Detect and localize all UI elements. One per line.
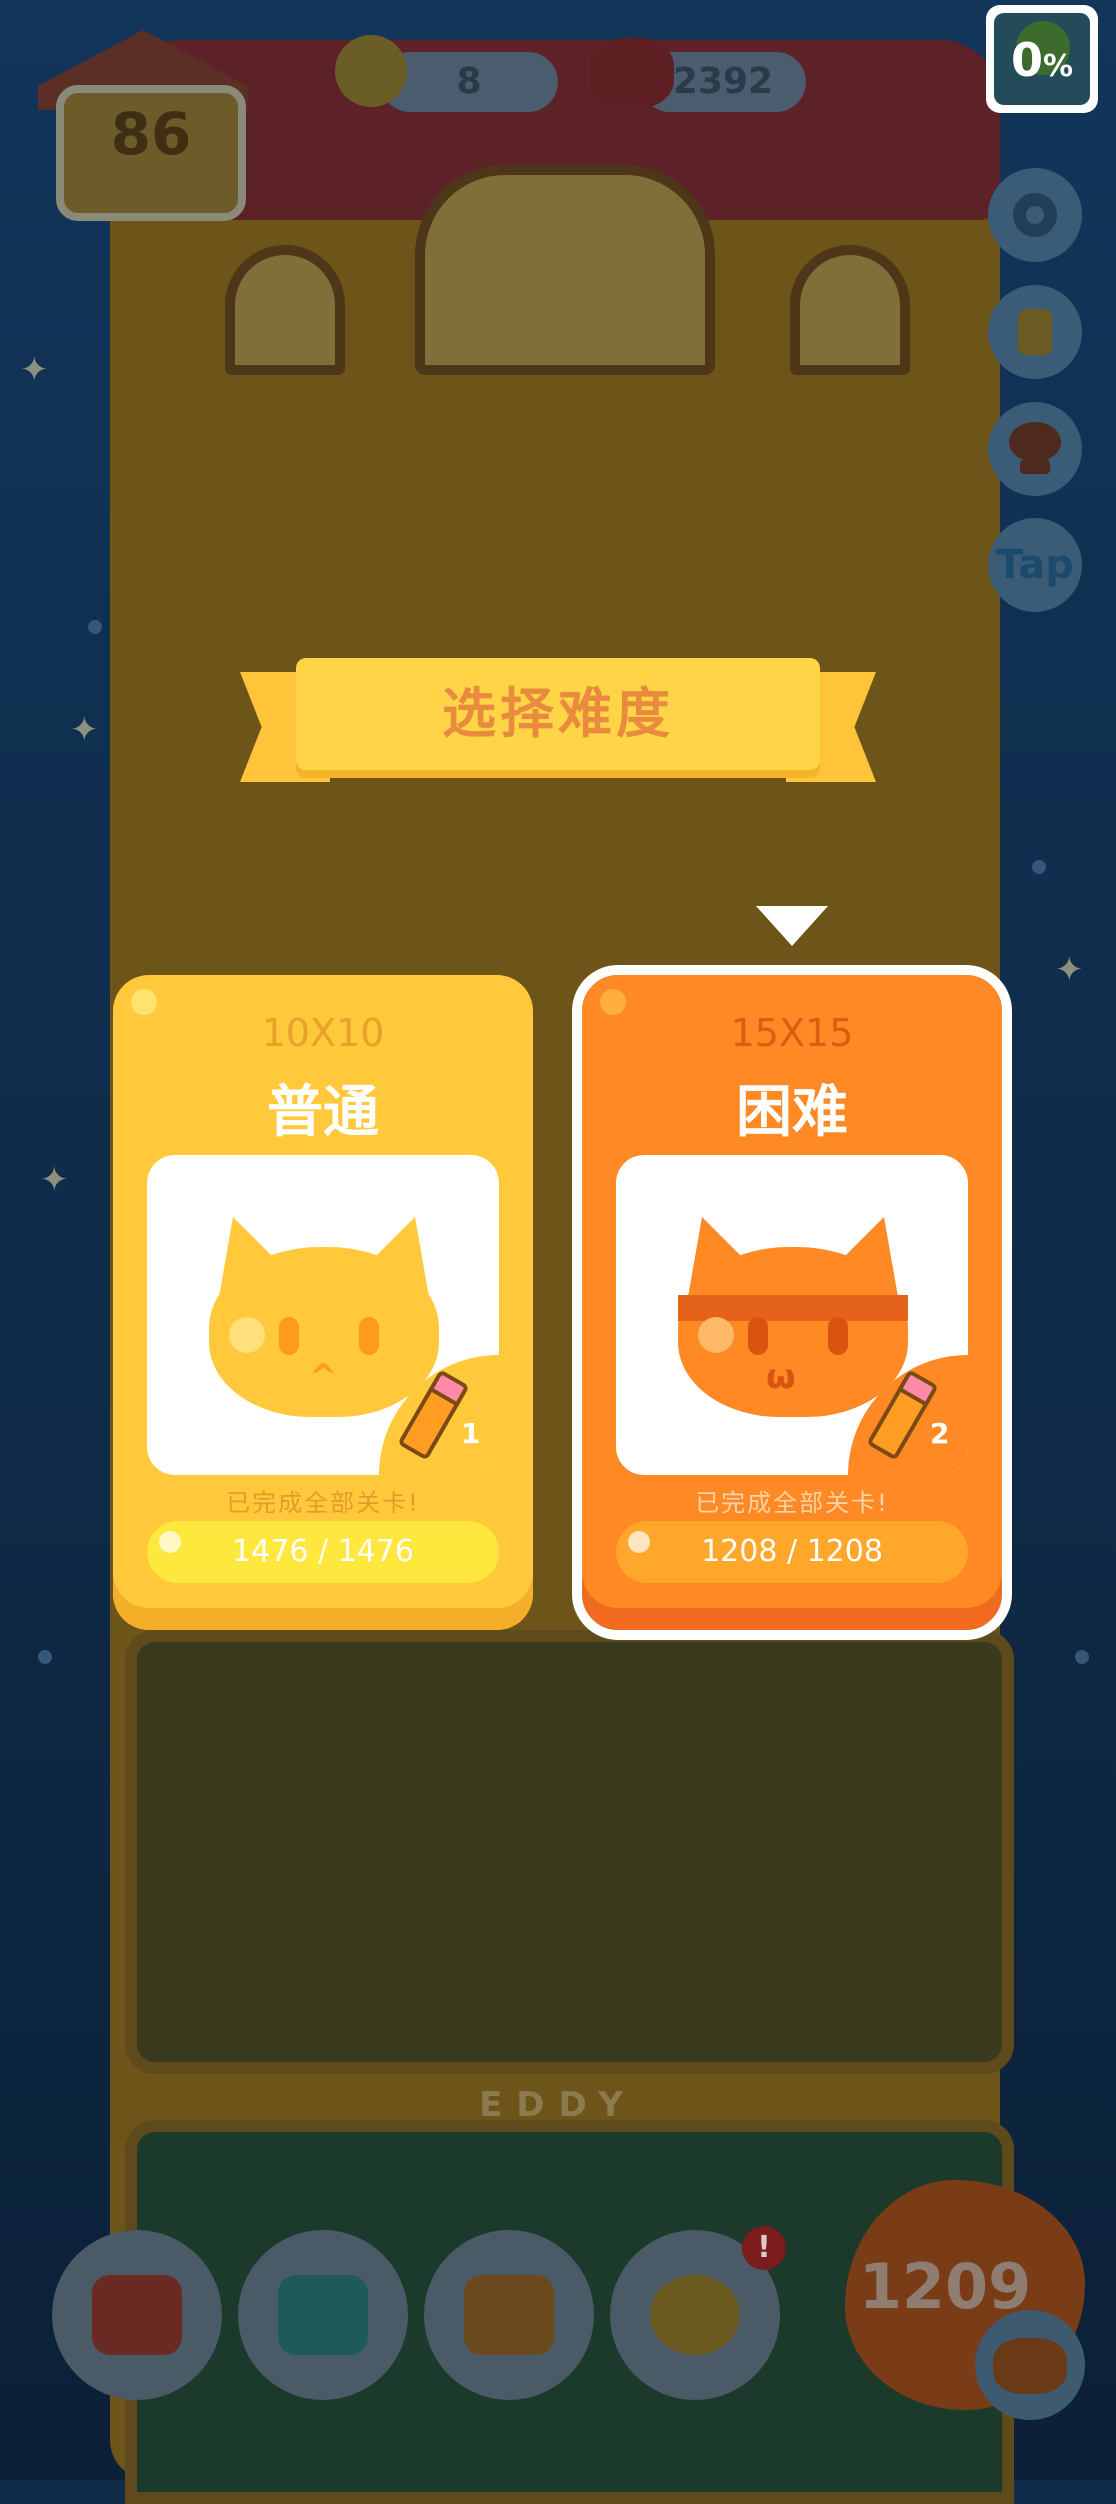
- background-dot: [38, 1650, 52, 1664]
- pencil-icon: [335, 35, 407, 107]
- stamp-button[interactable]: [988, 402, 1082, 496]
- cat-cheek-shine: [229, 1317, 265, 1353]
- puzzle-preview: ^ 1: [147, 1155, 499, 1475]
- difficulty-card-hard[interactable]: 15X15 困难 ω 2 已完成全部关卡! 1208 / 1208: [572, 965, 1012, 1640]
- collection-book-button[interactable]: [238, 2230, 408, 2400]
- sparkle-icon: ✦: [1055, 950, 1084, 990]
- window-center: [415, 165, 715, 375]
- level-progress-text: 1476 / 1476: [232, 1534, 414, 1569]
- level-progress-bar: 1208 / 1208: [616, 1521, 968, 1583]
- cat-profile-button[interactable]: [975, 2310, 1085, 2420]
- furniture-button[interactable]: [52, 2230, 222, 2400]
- completion-status: 已完成全部关卡!: [695, 1489, 889, 1517]
- picture-frame-icon: [464, 2275, 554, 2355]
- completion-status: 已完成全部关卡!: [226, 1489, 420, 1517]
- gear-icon: [1013, 193, 1057, 237]
- cat-face-icon: ^: [209, 1217, 439, 1417]
- difficulty-name: 普通: [267, 1080, 379, 1145]
- modal-title: 选择难度: [442, 682, 674, 745]
- cat-food-can-icon: [590, 38, 674, 108]
- cat-cheek-shine: [698, 1317, 734, 1353]
- cat-face-icon: [993, 2338, 1067, 2394]
- room-sign: EDDY: [479, 2085, 637, 2125]
- pencil-counter[interactable]: 8: [380, 52, 558, 112]
- difficulty-name: 困难: [736, 1080, 848, 1145]
- progress-unit: %: [1042, 49, 1074, 84]
- cat-eye: [359, 1317, 379, 1355]
- window-left: [225, 245, 345, 375]
- progress-panel: 0%: [994, 13, 1090, 105]
- cat-mouth: ω: [766, 1357, 796, 1397]
- level-progress-bar: 1476 / 1476: [147, 1521, 499, 1583]
- level-progress-text: 1208 / 1208: [701, 1534, 883, 1569]
- stamp-icon: [1009, 422, 1061, 474]
- progress-percent: 0%: [994, 33, 1090, 87]
- coin-count: 2392: [672, 61, 774, 102]
- cat-eye: [828, 1317, 848, 1355]
- completion-progress-button[interactable]: 0%: [986, 5, 1098, 113]
- cat-eye: [279, 1317, 299, 1355]
- cat-eye: [748, 1317, 768, 1355]
- cat-mouth: ^: [309, 1357, 338, 1397]
- paint-brush-button[interactable]: [988, 285, 1082, 379]
- background-dot: [1032, 860, 1046, 874]
- snow-globe-icon: [650, 2275, 740, 2355]
- cat-face-icon: ω: [678, 1217, 908, 1417]
- pencil-cost: 1: [461, 1417, 481, 1450]
- progress-value: 0: [1010, 33, 1043, 87]
- paint-brush-icon: [1018, 309, 1052, 355]
- level-number: 86: [110, 100, 192, 168]
- pencil-count: 8: [456, 61, 482, 102]
- window-right: [790, 245, 910, 375]
- living-room: [125, 1630, 1014, 2074]
- background-dot: [1075, 1650, 1089, 1664]
- settings-gear-button[interactable]: [988, 168, 1082, 262]
- notification-badge: !: [742, 2226, 786, 2270]
- tap-button[interactable]: Tap: [988, 518, 1082, 612]
- grid-size-label: 10X10: [261, 1011, 385, 1055]
- selected-indicator-arrow: [756, 906, 828, 946]
- sparkle-icon: ✦: [70, 710, 99, 750]
- sparkle-icon: ✦: [40, 1160, 69, 1200]
- background-dot: [88, 620, 102, 634]
- puzzle-preview: ω 2: [616, 1155, 968, 1475]
- pencil-cost: 2: [930, 1417, 950, 1450]
- grid-size-label: 15X15: [730, 1011, 854, 1055]
- sparkle-icon: ✦: [20, 350, 49, 390]
- difficulty-card-normal[interactable]: 10X10 普通 ^ 1 已完成全部关卡! 1476 / 1476: [113, 975, 533, 1630]
- title-banner: 选择难度: [296, 658, 820, 770]
- level-house-badge[interactable]: 86: [38, 30, 248, 221]
- armchair-icon: [92, 2275, 182, 2355]
- gallery-button[interactable]: [424, 2230, 594, 2400]
- paw-book-icon: [278, 2275, 368, 2355]
